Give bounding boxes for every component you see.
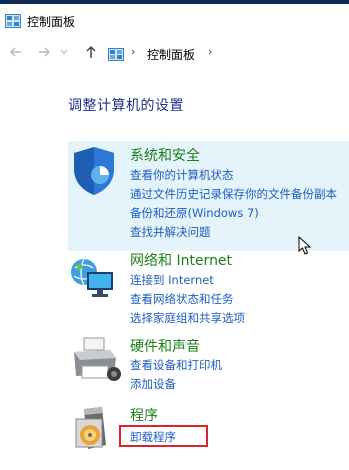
breadcrumb-separator-icon[interactable]: › [208, 45, 212, 58]
category-network-internet: 网络和 Internet 连接到 Internet 查看网络状态和任务 选择家庭… [68, 250, 349, 330]
address-bar[interactable]: › 控制面板 › [102, 41, 349, 65]
link-add-device[interactable]: 添加设备 [130, 376, 176, 392]
link-file-history-backup[interactable]: 通过文件历史记录保存你的文件备份副本 [130, 186, 337, 202]
category-hardware-sound: 硬件和声音 查看设备和打印机 添加设备 [68, 336, 349, 396]
link-homegroup-sharing[interactable]: 选择家庭组和共享选项 [130, 310, 245, 326]
link-troubleshoot[interactable]: 查找并解决问题 [130, 224, 211, 240]
window-title: 控制面板 [27, 15, 76, 29]
breadcrumb-control-panel[interactable]: 控制面板 [147, 46, 195, 63]
highlight-annotation-box [119, 425, 208, 447]
printer-icon [70, 336, 122, 390]
category-title-network-internet[interactable]: 网络和 Internet [130, 250, 232, 270]
control-panel-icon [5, 13, 21, 32]
link-view-computer-status[interactable]: 查看你的计算机状态 [130, 167, 234, 183]
title-bar: 控制面板 [0, 4, 349, 36]
link-network-status[interactable]: 查看网络状态和任务 [130, 291, 234, 307]
category-system-security: 系统和安全 查看你的计算机状态 通过文件历史记录保存你的文件备份副本 备份和还原… [68, 141, 349, 251]
forward-arrow-icon[interactable] [36, 44, 52, 60]
shield-icon [70, 145, 120, 201]
network-globe-icon [70, 252, 120, 306]
back-arrow-icon[interactable] [8, 44, 24, 60]
page-title: 调整计算机的设置 [68, 98, 184, 114]
programs-disc-icon [70, 405, 122, 457]
category-title-hardware-sound[interactable]: 硬件和声音 [130, 336, 200, 356]
control-panel-small-icon [108, 46, 124, 65]
link-connect-internet[interactable]: 连接到 Internet [130, 272, 214, 288]
recent-locations-chevron-icon[interactable] [59, 44, 69, 60]
link-devices-printers[interactable]: 查看设备和打印机 [130, 357, 222, 373]
category-title-system-security[interactable]: 系统和安全 [130, 145, 200, 165]
mouse-cursor-icon [298, 235, 312, 260]
category-programs: 程序 卸载程序 [68, 405, 349, 465]
category-title-programs[interactable]: 程序 [130, 405, 158, 425]
up-arrow-icon[interactable] [83, 44, 99, 60]
breadcrumb-separator-icon[interactable]: › [131, 45, 135, 58]
link-backup-restore[interactable]: 备份和还原(Windows 7) [130, 205, 259, 221]
